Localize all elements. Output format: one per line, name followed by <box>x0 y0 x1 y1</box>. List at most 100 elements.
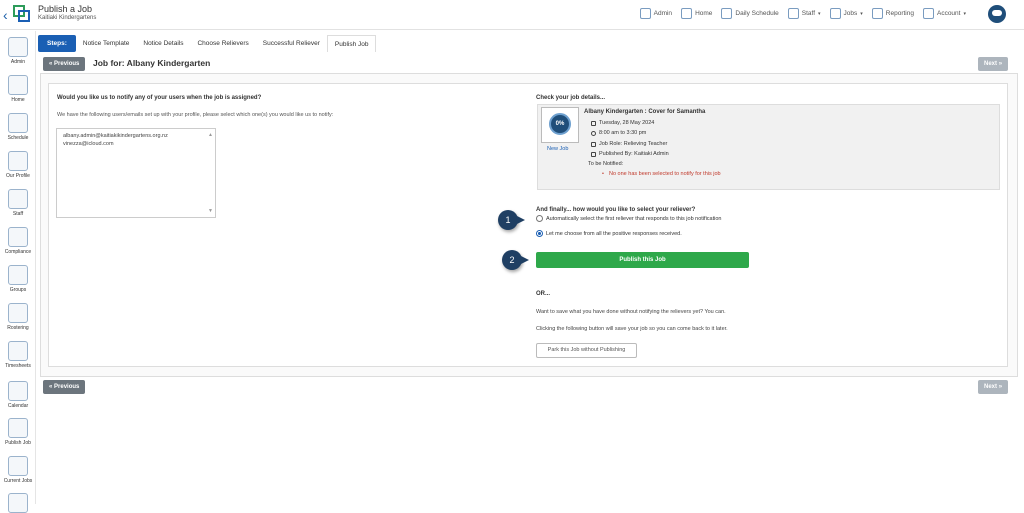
top-bar: ‹ Publish a Job Kaitiaki Kindergartens A… <box>0 0 1024 30</box>
publish-job-button[interactable]: Publish this Job <box>536 252 749 268</box>
calendar-icon <box>8 381 28 401</box>
to-be-notified-label: To be Notified: <box>588 161 624 167</box>
option-choose-responses[interactable]: Let me choose from all the positive resp… <box>536 230 682 237</box>
sidebar-item-staff[interactable]: Staff <box>0 189 36 217</box>
reporting-icon <box>871 8 883 19</box>
more-icon <box>8 493 28 513</box>
staff-icon <box>8 189 28 209</box>
home-icon <box>681 8 693 19</box>
radio-auto-select[interactable] <box>536 215 543 222</box>
profile-icon <box>8 151 28 171</box>
current-jobs-icon <box>8 456 28 476</box>
notify-email-list[interactable]: albany.admin@kaitiakikindergartens.org.n… <box>56 128 216 218</box>
nav-jobs[interactable]: Jobs ▾ <box>829 8 863 19</box>
scroll-up-icon[interactable]: ▲ <box>208 131 213 139</box>
users-icon <box>591 141 596 147</box>
tab-successful-reliever[interactable]: Successful Reliever <box>256 35 327 52</box>
steps-bar: Steps: Notice Template Notice Details Ch… <box>38 35 377 52</box>
admin-icon <box>8 37 28 57</box>
no-notify-warning: No one has been selected to notify for t… <box>602 171 721 177</box>
staff-icon <box>787 8 799 19</box>
groups-icon <box>8 265 28 285</box>
organisation-name: Kaitiaki Kindergartens <box>38 15 97 21</box>
radio-choose-responses[interactable] <box>536 230 543 237</box>
select-reliever-question: And finally... how would you like to sel… <box>536 207 696 213</box>
new-job-label: New Job <box>547 146 569 152</box>
job-summary-box <box>537 104 1000 190</box>
tab-notice-details[interactable]: Notice Details <box>136 35 190 52</box>
sidebar-item-compliance[interactable]: Compliance <box>0 227 36 255</box>
sidebar-item-timesheets[interactable]: Timesheets <box>0 341 36 369</box>
sidebar-item-groups[interactable]: Groups <box>0 265 36 293</box>
clock-icon <box>591 130 596 136</box>
step-marker-2: 2 <box>502 250 529 270</box>
sidebar-item-current-jobs[interactable]: Current Jobs <box>0 456 36 484</box>
next-button-top[interactable]: Next » <box>978 57 1009 71</box>
scrollbar[interactable]: ▲ ▼ <box>208 131 214 215</box>
sidebar-item-schedule[interactable]: Schedule <box>0 113 36 141</box>
back-chevron-icon[interactable]: ‹ <box>3 7 8 23</box>
double-chevron-left-icon: « <box>49 384 53 390</box>
sidebar-item-calendar[interactable]: Calendar <box>0 381 36 409</box>
nav-daily-schedule[interactable]: Daily Schedule <box>721 8 779 19</box>
list-item[interactable]: albany.admin@kaitiakikindergartens.org.n… <box>63 132 209 140</box>
check-details-title: Check your job details... <box>536 95 606 101</box>
nav-home[interactable]: Home <box>681 8 712 19</box>
job-for-heading: Job for: Albany Kindergarten <box>93 58 211 68</box>
job-time-row: 8:00 am to 3:30 pm <box>591 130 646 136</box>
or-heading: OR... <box>536 291 551 297</box>
rostering-icon <box>8 303 28 323</box>
chevron-down-icon: ▾ <box>963 10 966 17</box>
home-icon <box>8 75 28 95</box>
double-chevron-left-icon: « <box>49 61 53 67</box>
sidebar-item-our-profile[interactable]: Our Profile <box>0 151 36 179</box>
published-by-row: Published By: Kaitiaki Admin <box>591 151 669 157</box>
tab-publish-job[interactable]: Publish Job <box>326 35 377 52</box>
schedule-icon <box>8 113 28 133</box>
top-navigation: Admin Home Daily Schedule Staff ▾ Jobs ▾ R… <box>639 8 966 19</box>
park-explanation: Clicking the following button will save … <box>536 326 728 332</box>
sidebar-item-rostering[interactable]: Rostering <box>0 303 36 331</box>
tab-notice-template[interactable]: Notice Template <box>76 35 137 52</box>
chevron-down-icon: ▾ <box>818 10 821 17</box>
double-chevron-right-icon: » <box>998 384 1003 390</box>
next-button-bottom[interactable]: Next » <box>978 380 1009 394</box>
sidebar-item-home[interactable]: Home <box>0 75 36 103</box>
compliance-icon <box>8 227 28 247</box>
list-item[interactable]: vinezza@icloud.com <box>63 140 209 148</box>
nav-staff[interactable]: Staff ▾ <box>787 8 821 19</box>
schedule-icon <box>721 8 733 19</box>
chevron-down-icon: ▾ <box>860 10 863 17</box>
step-marker-1: 1 <box>498 210 525 230</box>
steps-label: Steps: <box>38 35 76 52</box>
admin-icon <box>639 8 651 19</box>
job-role-row: Job Role: Relieving Teacher <box>591 141 667 147</box>
previous-button-bottom[interactable]: « Previous <box>43 380 86 394</box>
jobs-icon <box>829 8 841 19</box>
tab-choose-relievers[interactable]: Choose Relievers <box>190 35 255 52</box>
publish-job-icon <box>8 418 28 438</box>
job-progress-badge: 0% <box>549 113 571 135</box>
nav-account[interactable]: Account ▾ <box>922 8 966 19</box>
job-title: Albany Kindergarten : Cover for Samantha <box>584 109 706 115</box>
nav-admin[interactable]: Admin <box>639 8 672 19</box>
timesheets-icon <box>8 341 28 361</box>
notify-description: We have the following users/emails set u… <box>57 112 334 118</box>
sidebar-item-publish-job[interactable]: Publish Job <box>0 418 36 446</box>
nav-reporting[interactable]: Reporting <box>871 8 914 19</box>
option-auto-select[interactable]: Automatically select the first reliever … <box>536 215 721 222</box>
cloud-sync-icon[interactable] <box>988 5 1006 23</box>
user-icon <box>591 151 596 157</box>
account-icon <box>922 8 934 19</box>
scroll-down-icon[interactable]: ▼ <box>208 207 213 215</box>
previous-button-top[interactable]: « Previous <box>43 57 86 71</box>
sidebar: Admin Home Schedule Our Profile Staff Co… <box>0 31 36 513</box>
sidebar-item-admin[interactable]: Admin <box>0 37 36 65</box>
double-chevron-right-icon: » <box>998 61 1003 67</box>
app-logo-icon <box>13 5 30 22</box>
sidebar-item-more[interactable] <box>0 493 36 513</box>
save-explanation: Want to save what you have done without … <box>536 309 726 315</box>
calendar-icon <box>591 120 596 126</box>
park-job-button[interactable]: Park this Job without Publishing <box>536 343 637 358</box>
job-date-row: Tuesday, 28 May 2024 <box>591 120 654 126</box>
